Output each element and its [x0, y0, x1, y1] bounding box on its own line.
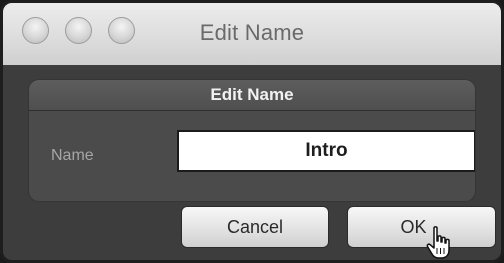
edit-name-window: Edit Name Edit Name Name Cancel OK — [0, 0, 504, 263]
cancel-button-label: Cancel — [226, 217, 284, 237]
ok-button[interactable]: OK — [347, 206, 496, 248]
zoom-button-icon[interactable] — [108, 17, 135, 44]
window-title: Edit Name — [199, 20, 305, 45]
dialog-content: Edit Name Name Cancel OK — [3, 65, 501, 260]
group-title: Edit Name — [29, 80, 475, 111]
name-label: Name — [51, 147, 94, 164]
hand-pointer-cursor-icon — [426, 226, 450, 259]
name-input[interactable] — [177, 130, 475, 172]
close-button-icon[interactable] — [22, 17, 49, 44]
edit-name-group: Edit Name Name — [28, 79, 476, 202]
title-bar[interactable]: Edit Name — [3, 3, 501, 66]
minimize-button-icon[interactable] — [65, 17, 92, 44]
ok-button-label: OK — [400, 217, 427, 237]
cancel-button[interactable]: Cancel — [181, 206, 329, 248]
